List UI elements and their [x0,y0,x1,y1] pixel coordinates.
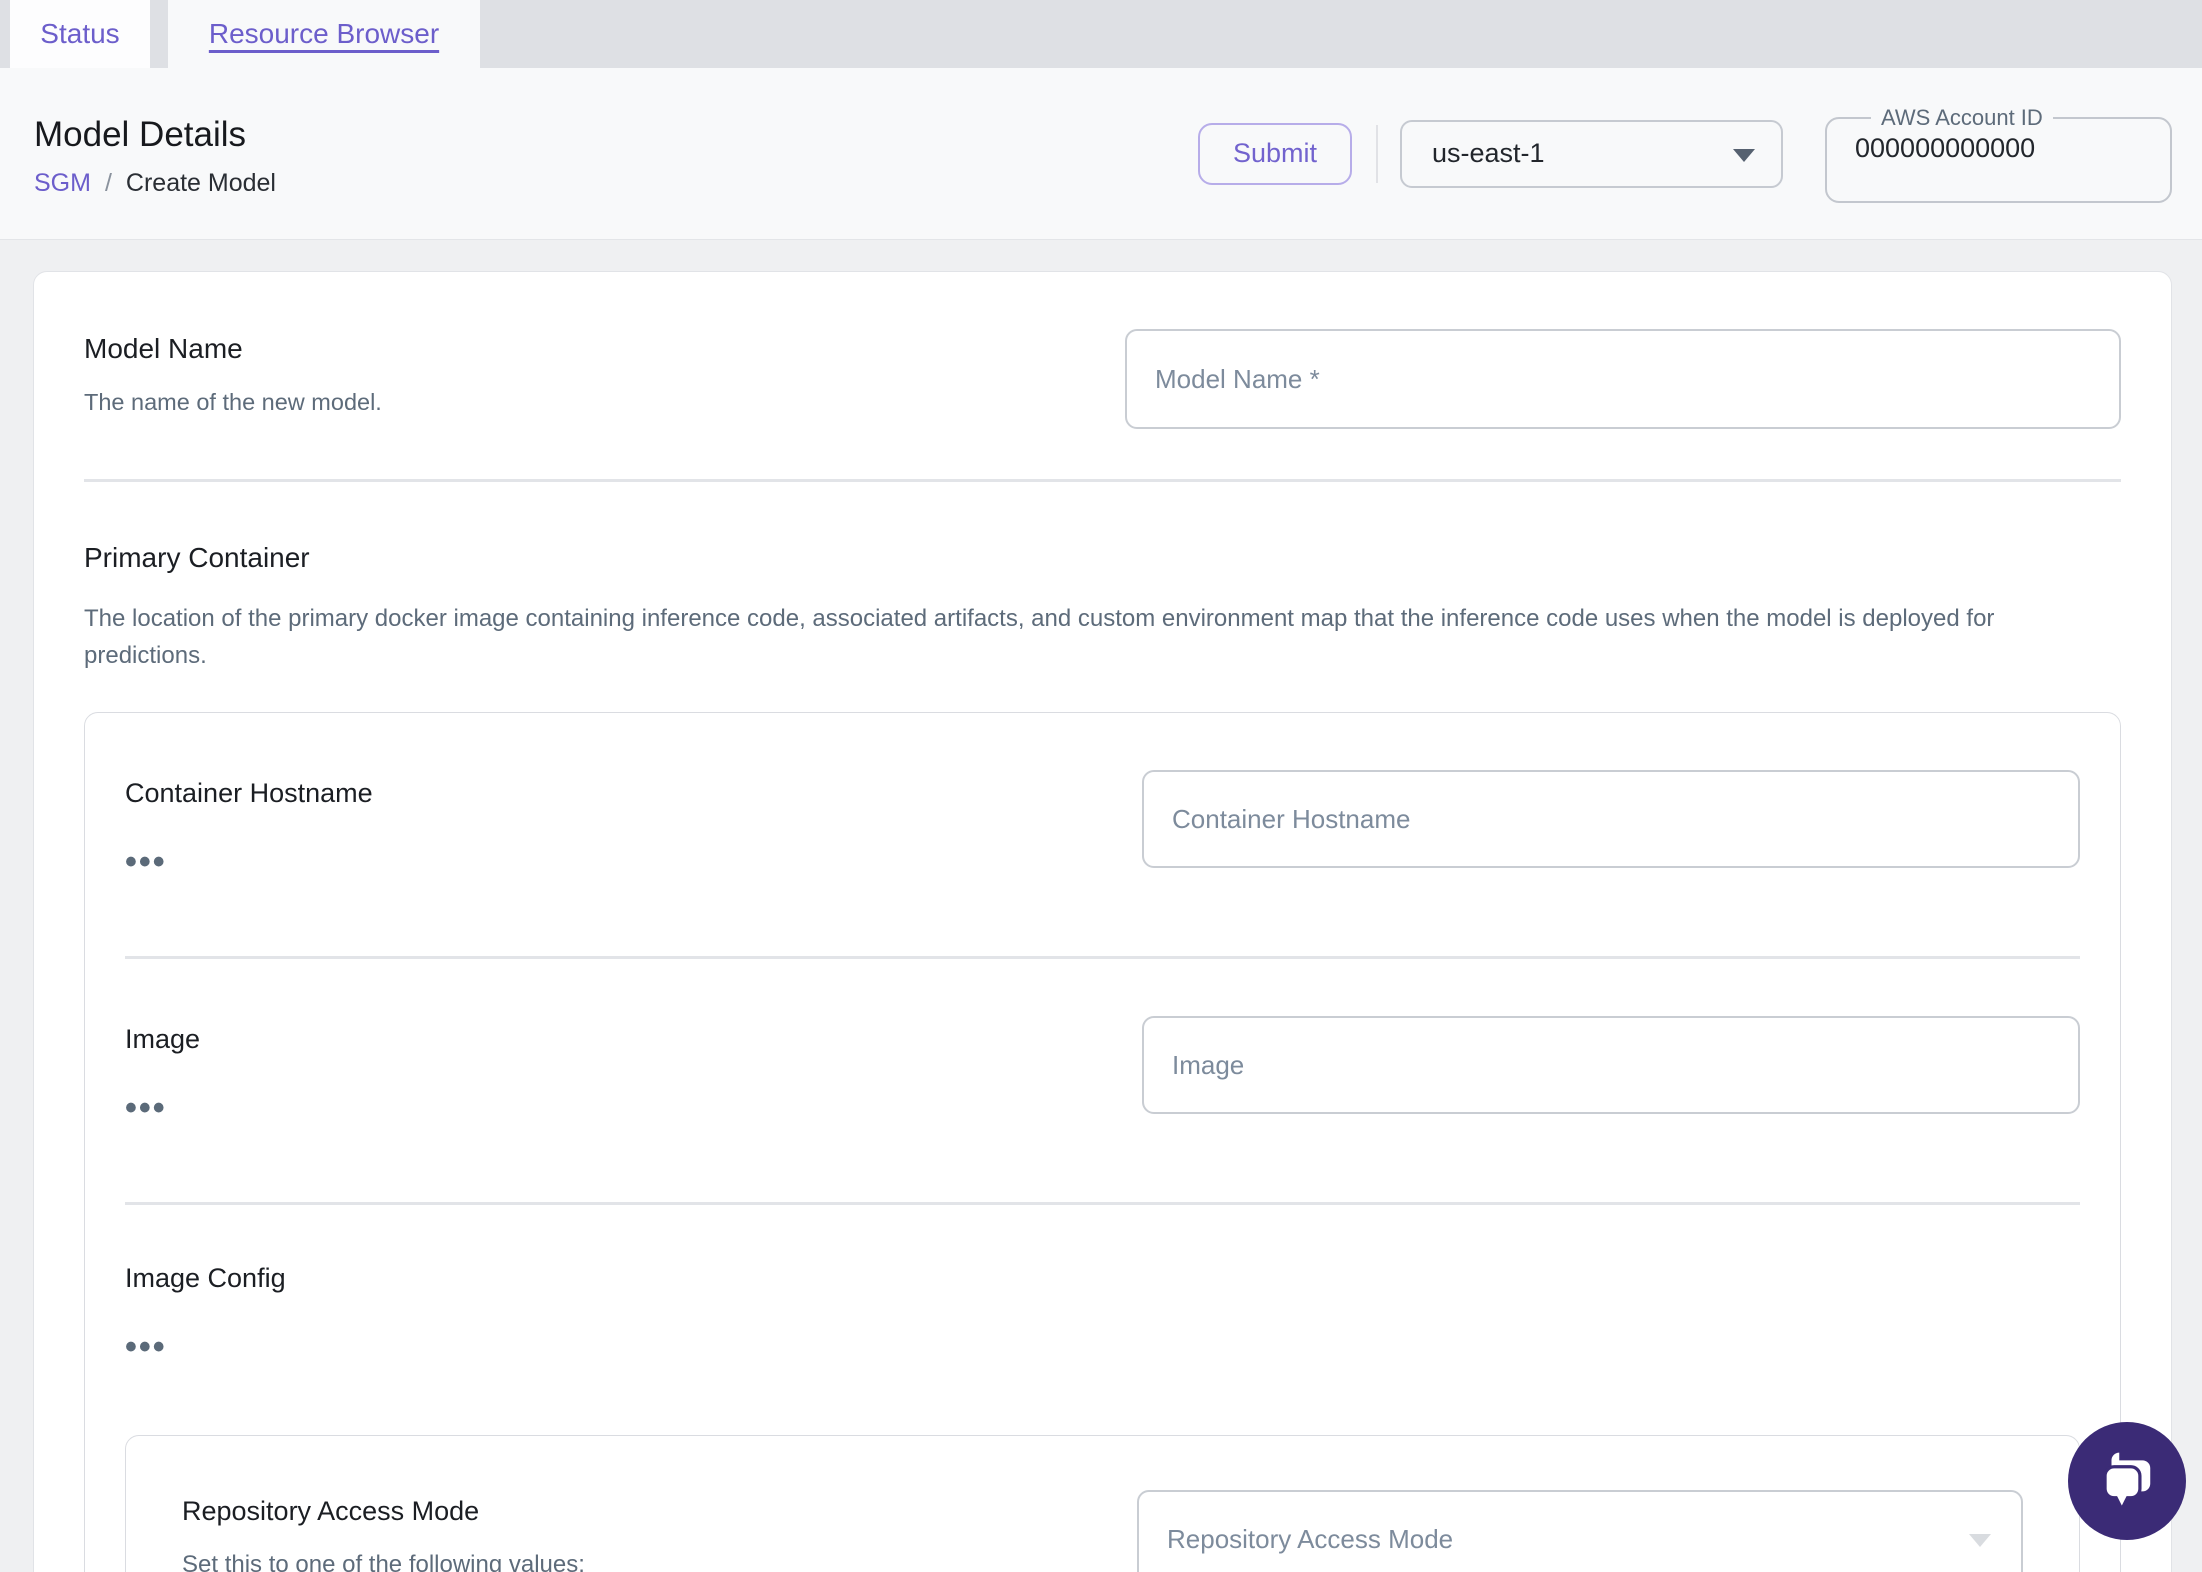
region-select-value: us-east-1 [1432,138,1545,168]
breadcrumb-current: Create Model [125,169,276,197]
container-hostname-input-wrap [1142,770,2080,878]
repository-access-mode-select[interactable]: Repository Access Mode [1137,1490,2023,1572]
chevron-down-icon [1969,1534,1991,1547]
breadcrumb-link-sgm[interactable]: SGM [34,169,91,198]
image-input-wrap [1142,1016,2080,1124]
container-hostname-heading: Container Hostname [125,778,373,808]
model-name-description: The name of the new model. [84,389,382,415]
account-id-input[interactable] [1855,130,2135,164]
container-hostname-info: Container Hostname ••• [125,770,1102,879]
submit-button[interactable]: Submit [1198,122,1352,185]
header-controls: Submit us-east-1 AWS Account ID [1198,104,2172,203]
tab-resource-browser[interactable]: Resource Browser [168,0,480,68]
header-title-block: Model Details SGM / Create Model [34,109,1198,198]
model-name-row: Model Name The name of the new model. [84,272,2121,479]
tab-resource-browser-label: Resource Browser [208,18,440,49]
container-hostname-input[interactable] [1142,770,2080,868]
repository-access-mode-info: Repository Access Mode Set this to one o… [182,1490,1097,1572]
page-title: Model Details [34,115,247,154]
tab-status-label: Status [40,18,120,49]
ellipsis-icon[interactable]: ••• [125,1330,167,1364]
model-name-input[interactable] [1125,329,2121,429]
repository-access-mode-heading: Repository Access Mode [182,1496,480,1526]
ellipsis-icon[interactable]: ••• [125,1091,167,1125]
header-divider [1376,124,1378,183]
model-name-info: Model Name The name of the new model. [84,329,1085,429]
tab-status[interactable]: Status [10,0,150,68]
repository-access-mode-card: Repository Access Mode Set this to one o… [125,1435,2080,1572]
chat-launcher-button[interactable] [2068,1422,2186,1540]
breadcrumb-separator: / [104,169,112,197]
container-hostname-row: Container Hostname ••• [125,713,2080,956]
image-info: Image ••• [125,1016,1102,1125]
repository-access-mode-placeholder: Repository Access Mode [1167,1523,1454,1554]
page-header: Model Details SGM / Create Model Submit … [0,68,2202,240]
repository-access-mode-select-wrap: Repository Access Mode [1137,1490,2023,1572]
chat-bubble-icon [2103,1452,2151,1506]
model-details-card: Model Name The name of the new model. Pr… [33,271,2172,1572]
image-heading: Image [125,1024,201,1054]
chevron-down-icon [1733,148,1755,162]
image-config-heading: Image Config [125,1263,286,1293]
account-id-fieldset: AWS Account ID [1825,104,2172,203]
region-select[interactable]: us-east-1 [1400,119,1783,188]
primary-container-card: Container Hostname ••• Image ••• [84,712,2121,1572]
model-name-heading: Model Name [84,333,243,364]
main-content: Model Name The name of the new model. Pr… [0,240,2202,1572]
repository-access-mode-intro: Set this to one of the following values: [182,1551,585,1572]
account-id-label: AWS Account ID [1881,104,2043,130]
image-config-block: Image Config ••• [125,1205,2080,1364]
primary-container-heading: Primary Container [84,542,310,573]
image-row: Image ••• [125,959,2080,1202]
image-input[interactable] [1142,1016,2080,1114]
breadcrumb: SGM / Create Model [34,169,1198,198]
primary-container-header: Primary Container The location of the pr… [84,482,2121,674]
primary-container-description: The location of the primary docker image… [84,605,1995,669]
ellipsis-icon[interactable]: ••• [125,845,167,879]
tab-bar: Status Resource Browser [0,0,2202,68]
model-name-input-wrap [1125,329,2121,429]
